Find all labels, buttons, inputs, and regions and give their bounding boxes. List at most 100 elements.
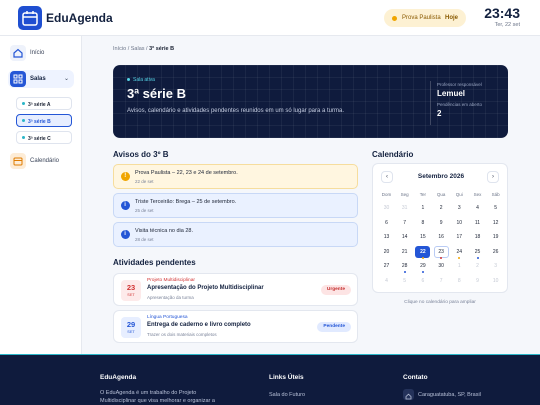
breadcrumb-home[interactable]: Início xyxy=(113,46,126,52)
activity-item[interactable]: 23 SET Projeto Multidisciplinar Apresent… xyxy=(113,273,358,306)
calendar-day[interactable]: 9 xyxy=(470,275,485,287)
footer: EduAgenda O EduAgenda é um trabalho do P… xyxy=(0,354,540,405)
status-badge: Urgente xyxy=(320,285,351,295)
calendar-day[interactable]: 16 xyxy=(434,231,449,243)
room-label: 3ª série C xyxy=(28,135,51,142)
activity-month: SET xyxy=(127,293,135,297)
notice-item[interactable]: i Visita técnica no dia 28. 28 de set xyxy=(113,222,358,247)
breadcrumb: Início / Salas / 3ª série B xyxy=(113,46,174,52)
teacher-label: Professor responsável xyxy=(437,82,482,87)
breadcrumb-current: 3ª série B xyxy=(149,46,175,52)
calendar-day[interactable]: 26 xyxy=(488,246,503,258)
chevron-down-icon[interactable]: ⌄ xyxy=(64,75,69,82)
activity-month: SET xyxy=(127,330,135,334)
calendar-day[interactable]: 8 xyxy=(452,275,467,287)
grid-icon xyxy=(10,71,26,87)
brand-name: EduAgenda xyxy=(46,11,113,25)
calendar-hint: Clique no calendário para ampliar xyxy=(404,300,476,305)
calendar-day[interactable]: 21 xyxy=(397,246,412,258)
calendar-day[interactable]: 30 xyxy=(434,260,449,272)
sidebar-item-inicio[interactable]: Início xyxy=(8,44,74,62)
calendar-day[interactable]: 5 xyxy=(488,202,503,214)
calendar-day[interactable]: 13 xyxy=(379,231,394,243)
footer-accent-line xyxy=(0,354,540,355)
sidebar-item-label: Início xyxy=(30,50,45,56)
event-dot-icon xyxy=(421,256,424,259)
calendar-day[interactable]: 17 xyxy=(452,231,467,243)
calendar-day[interactable]: 1 xyxy=(452,260,467,272)
calendar-day[interactable]: 6 xyxy=(379,217,394,229)
notice-date: 22 de set xyxy=(135,179,154,184)
breadcrumb-separator: / xyxy=(146,46,148,52)
room-3a[interactable]: 3ª série A xyxy=(16,97,72,110)
calendar-day[interactable]: 5 xyxy=(397,275,412,287)
calendar-day[interactable]: 23 xyxy=(433,245,449,258)
event-dot-icon xyxy=(421,271,424,273)
calendar-day[interactable]: 15 xyxy=(415,231,430,243)
calendar-day[interactable]: 2 xyxy=(434,202,449,214)
room-3c[interactable]: 3ª série C xyxy=(16,131,72,144)
activity-date: 23 SET xyxy=(121,280,141,301)
room-hero: Sala ativa 3ª série B Avisos, calendário… xyxy=(113,65,508,138)
sidebar-item-calendario[interactable]: Calendário xyxy=(8,152,74,170)
calendar-day[interactable]: 18 xyxy=(470,231,485,243)
calendar-title: Calendário xyxy=(372,150,414,159)
activity-date: 29 SET xyxy=(121,317,141,338)
home-icon xyxy=(10,45,26,61)
calendar-day[interactable]: 4 xyxy=(470,202,485,214)
calendar-day[interactable]: 24 xyxy=(452,246,467,258)
calendar-day[interactable]: 14 xyxy=(397,231,412,243)
activity-title: Apresentação do Projeto Multidisciplinar xyxy=(147,285,264,291)
breadcrumb-salas[interactable]: Salas xyxy=(131,46,145,52)
room-dot-icon xyxy=(22,119,25,122)
calendar-day[interactable]: 2 xyxy=(470,260,485,272)
weekday-label: Sáb xyxy=(491,192,500,197)
calendar-day[interactable]: 19 xyxy=(488,231,503,243)
exam-today-pill[interactable]: Prova Paulista Hoje xyxy=(384,9,466,27)
activity-subject: Projeto Multidisciplinar xyxy=(147,278,195,283)
calendar-day[interactable]: 1 xyxy=(415,202,430,214)
notice-text: Visita técnica no dia 28. xyxy=(135,228,193,234)
activity-subject: Língua Portuguesa xyxy=(147,315,188,320)
divider xyxy=(430,81,431,125)
mini-calendar[interactable]: ‹ Setembro 2026 › Dom Seg Ter Qua Qui Sex Sáb 3… xyxy=(372,163,508,293)
home-icon xyxy=(403,389,414,400)
calendar-day[interactable]: 25 xyxy=(470,246,485,258)
calendar-day[interactable]: 7 xyxy=(434,275,449,287)
calendar-day[interactable]: 6 xyxy=(415,275,430,287)
calendar-day[interactable]: 30 xyxy=(379,202,394,214)
activity-item[interactable]: 29 SET Língua Portuguesa Entrega de cade… xyxy=(113,310,358,343)
calendar-day[interactable]: 27 xyxy=(379,260,394,272)
calendar-day[interactable]: 11 xyxy=(470,217,485,229)
pending-count: 2 xyxy=(437,109,442,118)
calendar-day[interactable]: 12 xyxy=(488,217,503,229)
activity-description: Trazer os dois materiais completos xyxy=(147,332,217,337)
next-month-button[interactable]: › xyxy=(487,171,499,183)
activity-day: 29 xyxy=(126,320,136,329)
notice-item[interactable]: ! Prova Paulista – 22, 23 e 24 de setemb… xyxy=(113,164,358,189)
hero-title: 3ª série B xyxy=(127,86,187,101)
calendar-day[interactable]: 8 xyxy=(415,217,430,229)
calendar-day[interactable]: 4 xyxy=(379,275,394,287)
calendar-day[interactable]: 3 xyxy=(452,202,467,214)
teacher-name: Lemuel xyxy=(437,89,466,98)
room-3b[interactable]: 3ª série B xyxy=(16,114,72,127)
weekday-label: Qua xyxy=(436,192,446,197)
sidebar-item-salas[interactable]: Salas ⌄ xyxy=(8,70,74,88)
footer-link-sala-do-futuro[interactable]: Sala do Futuro xyxy=(269,391,305,399)
activities-title: Atividades pendentes xyxy=(113,258,196,267)
calendar-day[interactable]: 10 xyxy=(452,217,467,229)
calendar-day[interactable]: 22 xyxy=(415,245,431,258)
calendar-day[interactable]: 9 xyxy=(434,217,449,229)
room-label: 3ª série A xyxy=(28,101,51,108)
calendar-day[interactable]: 7 xyxy=(397,217,412,229)
notice-item[interactable]: i Triste Terceirão: Brega – 25 de setemb… xyxy=(113,193,358,218)
calendar-day[interactable]: 31 xyxy=(397,202,412,214)
activity-description: Apresentação da turma xyxy=(147,295,194,300)
calendar-day[interactable]: 3 xyxy=(488,260,503,272)
breadcrumb-separator: / xyxy=(127,46,130,52)
footer-brand: EduAgenda xyxy=(100,374,137,381)
logo[interactable] xyxy=(18,6,42,30)
calendar-day[interactable]: 20 xyxy=(379,246,394,258)
calendar-day[interactable]: 10 xyxy=(488,275,503,287)
